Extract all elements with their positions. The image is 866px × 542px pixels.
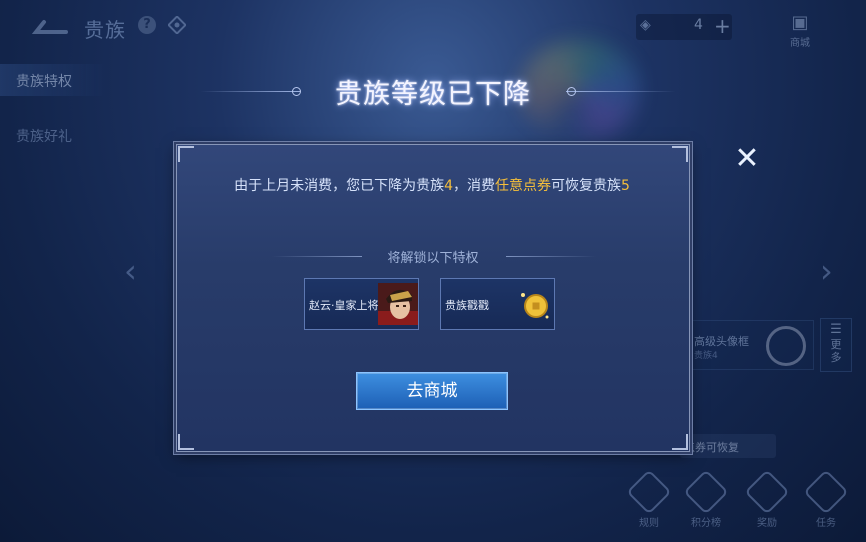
ranking-icon — [683, 469, 729, 515]
nav-rewards[interactable]: 奖励 — [744, 469, 790, 529]
frame-corner — [178, 146, 194, 162]
target-level: 5 — [621, 178, 630, 194]
go-to-shop-button[interactable]: 去商城 — [356, 372, 508, 410]
avatar-frame-icon — [766, 326, 806, 366]
gold-coin-icon — [516, 287, 552, 323]
coupon-icon: ◈ — [640, 17, 651, 33]
add-coupon-button[interactable]: + — [714, 14, 731, 38]
settings-icon[interactable] — [167, 15, 187, 35]
unlock-title: 将解锁以下特权 — [387, 251, 479, 266]
frame-corner — [178, 434, 194, 450]
back-arrow-icon[interactable] — [26, 16, 70, 38]
shop-label: 商城 — [790, 38, 810, 49]
shop-icon[interactable]: ▣ — [786, 12, 814, 34]
more-label: 更多 — [830, 338, 842, 364]
dialog-message: 由于上月未消费，您已下降为贵族4，消费任意点券可恢复贵族5 — [234, 178, 630, 194]
dialog-heading: 贵族等级已下降 — [335, 79, 531, 110]
close-icon[interactable]: ✕ — [732, 144, 762, 174]
frame-corner — [672, 146, 688, 162]
privilege-card-subtitle: 贵族4 — [694, 351, 718, 361]
more-button[interactable]: ☰ 更多 — [820, 318, 852, 372]
current-level: 4 — [444, 178, 453, 194]
hero-portrait-icon — [378, 283, 418, 325]
nav-rules[interactable]: 规则 — [626, 469, 672, 529]
page-title: 贵族 — [84, 18, 126, 42]
nav-label: 积分榜 — [691, 518, 721, 529]
rules-icon — [626, 469, 672, 515]
help-icon[interactable]: ? — [138, 16, 156, 34]
sidebar-item-gift[interactable]: 贵族好礼 — [16, 126, 72, 146]
perk-label: 贵族戳戳 — [445, 299, 489, 312]
task-icon — [803, 469, 849, 515]
list-icon: ☰ — [830, 322, 842, 337]
perk-label: 赵云·皇家上将 — [309, 299, 379, 312]
frame-corner — [672, 434, 688, 450]
privilege-card-title: 高级头像框 — [694, 335, 749, 348]
any-coupon-highlight: 任意点券 — [495, 178, 551, 194]
nav-points-ranking[interactable]: 积分榜 — [683, 469, 729, 529]
restore-tip-label: 点券可恢复 — [684, 441, 739, 454]
nav-label: 奖励 — [757, 518, 777, 529]
coupon-count: 4 — [694, 17, 703, 33]
nav-label: 任务 — [816, 518, 836, 529]
nav-label: 规则 — [639, 518, 659, 529]
reward-icon — [744, 469, 790, 515]
nav-tasks[interactable]: 任务 — [803, 469, 849, 529]
